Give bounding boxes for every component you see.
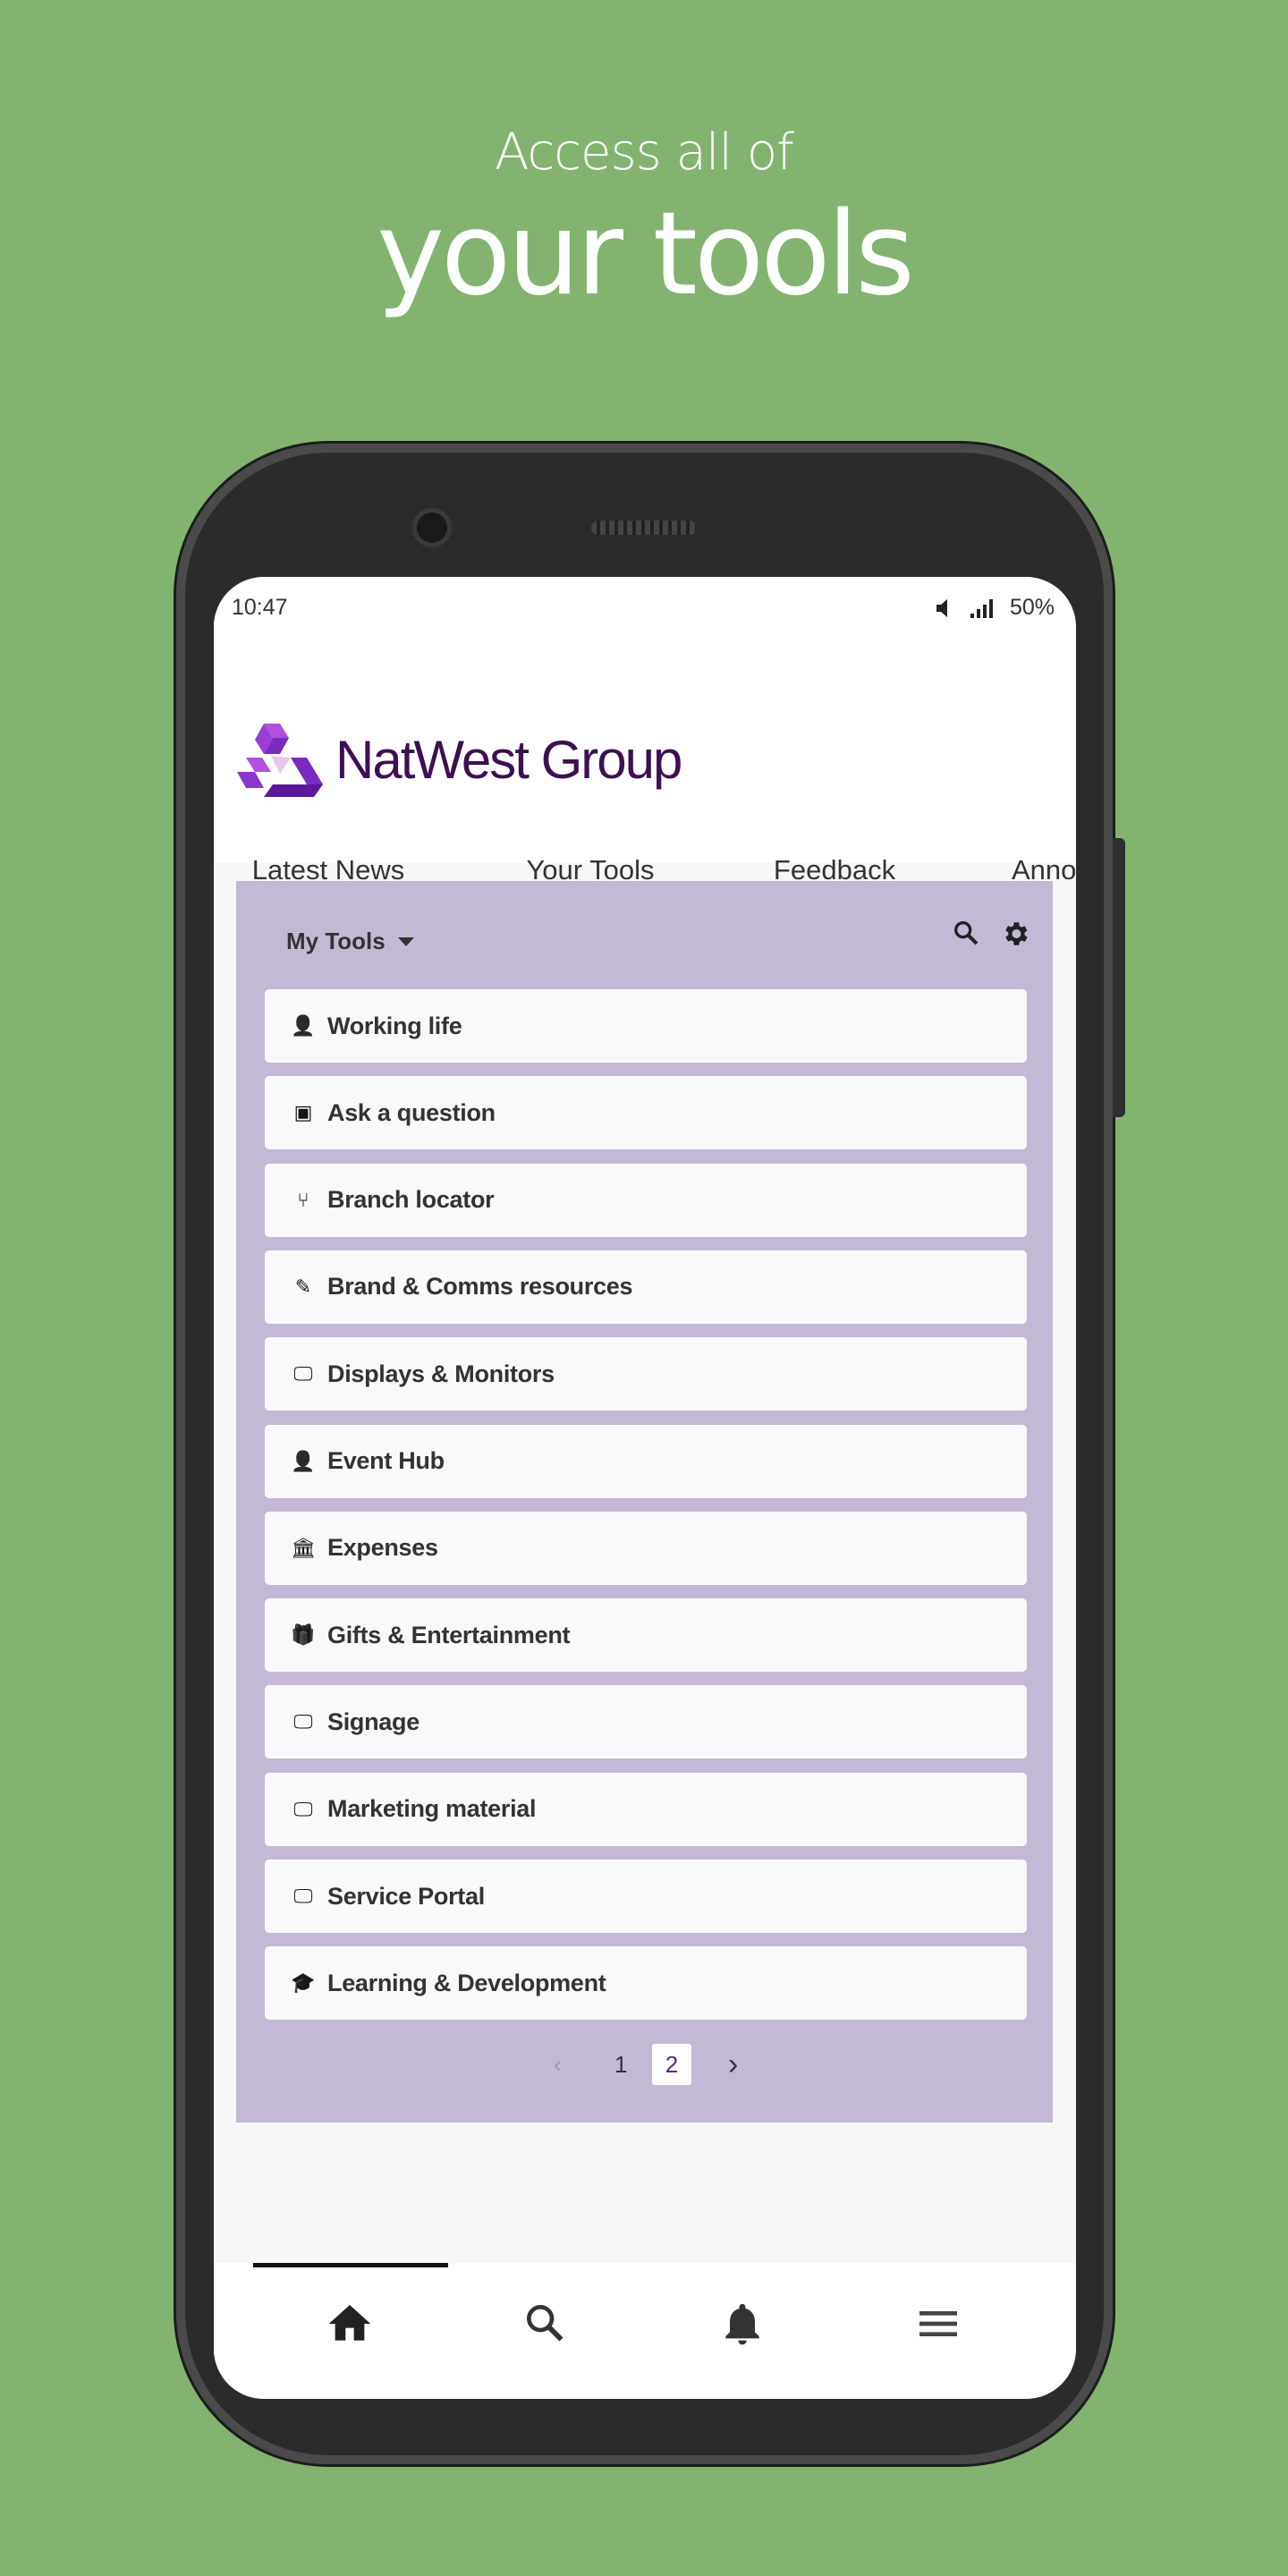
headline-line2: your tools [377, 188, 915, 321]
tool-list-item[interactable]: 🖵 Marketing material [265, 1772, 1027, 1846]
tool-list-item[interactable]: ▣ Ask a question [265, 1076, 1027, 1150]
prev-page-button[interactable]: ‹ [554, 2044, 562, 2085]
brand-logo: NatWest Group [237, 722, 682, 797]
tool-label: Displays & Monitors [327, 1360, 555, 1387]
camera-icon [412, 508, 452, 547]
tool-list-item[interactable]: 👤 Working life [265, 989, 1027, 1063]
brand-name: NatWest Group [335, 729, 682, 790]
tool-label: Event Hub [327, 1447, 445, 1474]
monitor-icon: 🖵 [293, 1797, 313, 1820]
tool-list-item[interactable]: ✎ Brand & Comms resources [265, 1250, 1027, 1324]
monitor-icon: 🖵 [293, 1710, 313, 1733]
battery-level: 50% [1009, 595, 1055, 620]
app-header: NatWest Group Latest News Your Tools Fee… [214, 648, 1076, 930]
tool-list-item[interactable]: 👤 Event Hub [265, 1424, 1027, 1498]
headline-line1: Access all of [495, 123, 794, 182]
my-tools-panel: My Tools 👤 Working life ▣ Ask a question ⑂ Br… [236, 881, 1053, 2123]
tool-label: Ask a question [327, 1098, 496, 1126]
tool-label: Marketing material [327, 1795, 537, 1823]
tool-list-item[interactable]: 🖵 Displays & Monitors [265, 1337, 1027, 1411]
pencil-icon: ✎ [294, 1275, 312, 1298]
bottom-nav [214, 2263, 1076, 2399]
monitor-icon: 🖵 [293, 1885, 313, 1907]
person-icon: 👤 [291, 1014, 316, 1037]
volume-icon [936, 598, 947, 617]
tool-list-item[interactable]: 🎁 Gifts & Entertainment [265, 1598, 1027, 1673]
pagination: ‹ 1 2 › [236, 2044, 1053, 2089]
tool-list-item[interactable]: ⑂ Branch locator [265, 1163, 1027, 1237]
tool-label: Signage [327, 1707, 419, 1735]
active-nav-indicator [253, 2263, 448, 2267]
caret-down-icon [397, 936, 414, 946]
tool-label: Brand & Comms resources [327, 1273, 633, 1301]
tool-label: Learning & Development [327, 1969, 606, 1996]
tool-label: Working life [327, 1012, 462, 1039]
gear-icon[interactable] [1000, 919, 1030, 949]
tool-list-item[interactable]: 🏛 Expenses [265, 1511, 1027, 1585]
branch-icon: ⑂ [297, 1188, 309, 1211]
bank-icon: 🏛 [291, 1536, 316, 1559]
gift-icon: 🎁 [291, 1623, 316, 1647]
tool-label: Branch locator [327, 1186, 495, 1214]
app-screen: 10:47 50% NatWest Group Latest News Your… [214, 577, 1076, 2399]
page-1-button[interactable]: 1 [614, 2044, 627, 2085]
search-icon[interactable] [952, 919, 980, 947]
phone-side-button [1113, 838, 1125, 1117]
tool-label: Expenses [327, 1534, 438, 1562]
speaker-grille [591, 521, 697, 535]
panel-title: My Tools [286, 928, 386, 954]
menu-icon[interactable] [913, 2299, 963, 2349]
natwest-cube-logo-icon [237, 724, 323, 797]
search-icon[interactable] [521, 2299, 571, 2349]
bell-icon[interactable] [717, 2299, 767, 2349]
tool-list-item[interactable]: 🎓 Learning & Development [265, 1946, 1027, 2021]
contact-card-icon: ▣ [293, 1101, 313, 1124]
page-2-button[interactable]: 2 [652, 2044, 691, 2085]
signal-icon [970, 598, 993, 618]
home-icon[interactable] [325, 2299, 375, 2349]
monitor-icon: 🖵 [293, 1362, 313, 1385]
tool-label: Gifts & Entertainment [327, 1621, 571, 1648]
next-page-button[interactable]: › [728, 2044, 738, 2085]
status-bar: 10:47 50% [214, 577, 1076, 648]
speaker-person-icon: 👤 [291, 1449, 316, 1472]
graduation-cap-icon: 🎓 [291, 1971, 316, 1995]
tool-label: Service Portal [327, 1882, 485, 1910]
my-tools-dropdown[interactable]: My Tools [286, 928, 414, 955]
tool-list-item[interactable]: 🖵 Signage [265, 1685, 1027, 1759]
tool-list-item[interactable]: 🖵 Service Portal [265, 1860, 1027, 1933]
status-time: 10:47 [232, 595, 288, 620]
